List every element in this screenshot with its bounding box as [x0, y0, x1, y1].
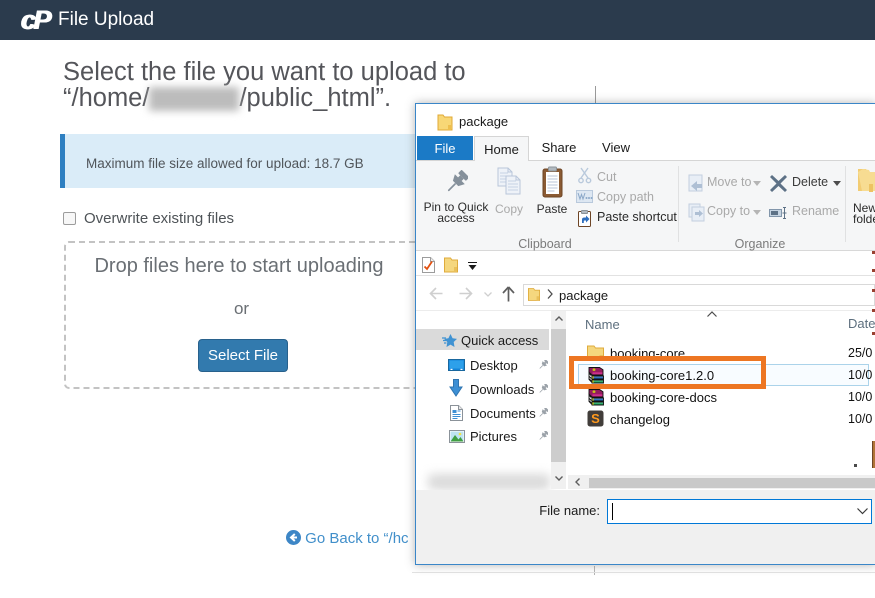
- svg-text:S: S: [591, 411, 600, 426]
